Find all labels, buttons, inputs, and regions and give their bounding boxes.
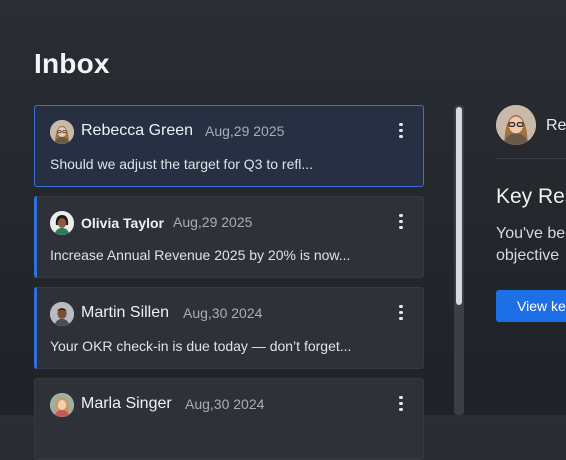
message-date: Aug,29 2025 — [173, 214, 253, 230]
detail-body-line: You've be — [496, 225, 566, 242]
avatar — [50, 393, 74, 417]
message-date: Aug,30 2024 — [185, 396, 265, 412]
message-preview: Should we adjust the target for Q3 to re… — [50, 156, 314, 172]
more-vertical-icon[interactable] — [397, 396, 405, 412]
sender-name: Rebecca Green — [81, 122, 194, 139]
message-preview: Increase Annual Revenue 2025 by 20% is n… — [50, 247, 351, 263]
avatar — [50, 302, 74, 326]
page-title: Inbox — [34, 48, 110, 79]
message-date: Aug,29 2025 — [205, 123, 285, 139]
sender-name: Marla Singer — [81, 395, 172, 412]
message-card-rebecca-green[interactable]: Rebecca Green Aug,29 2025 Should we adju… — [34, 105, 424, 187]
avatar — [496, 105, 536, 145]
detail-sender-name: Re — [546, 117, 566, 134]
more-vertical-icon[interactable] — [397, 305, 405, 321]
detail-heading: Key Res — [496, 185, 566, 208]
message-card-olivia-taylor[interactable]: Olivia Taylor Aug,29 2025 Increase Annua… — [34, 196, 424, 278]
message-preview: Your OKR check-in is due today — don’t f… — [50, 338, 352, 354]
more-vertical-icon[interactable] — [397, 214, 405, 230]
view-key-result-button[interactable]: View ke — [496, 290, 566, 322]
sender-name: Martin Sillen — [81, 304, 170, 321]
sender-name: Olivia Taylor — [81, 215, 164, 231]
avatar — [50, 211, 74, 235]
avatar — [50, 120, 74, 144]
message-card-marla-singer[interactable]: Marla Singer Aug,30 2024 — [34, 378, 424, 460]
message-card-martin-sillen[interactable]: Martin Sillen Aug,30 2024 Your OKR check… — [34, 287, 424, 369]
detail-body-line: objective — [496, 247, 560, 264]
more-vertical-icon[interactable] — [397, 123, 405, 139]
detail-body: You've be objective — [496, 223, 565, 267]
divider — [496, 158, 566, 159]
scrollbar-thumb[interactable] — [456, 107, 462, 305]
message-date: Aug,30 2024 — [183, 305, 263, 321]
